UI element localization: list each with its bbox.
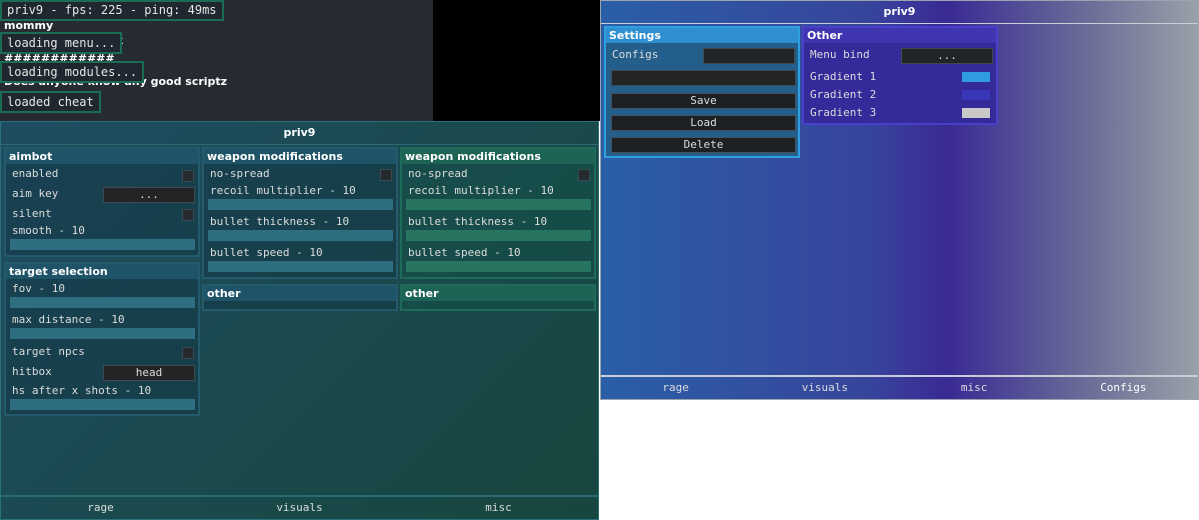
notification-loading-menu: loading menu... — [0, 32, 123, 54]
speed-slider[interactable] — [208, 261, 393, 272]
tab-visuals[interactable]: visuals — [200, 497, 399, 519]
config-window: priv9 Settings Configs Save Load Delete … — [600, 0, 1199, 400]
no-spread-label: no-spread — [408, 167, 468, 180]
hitbox-dropdown[interactable]: head — [103, 365, 195, 381]
max-distance-label: max distance - 10 — [12, 313, 125, 326]
menu-bind-label: Menu bind — [810, 48, 870, 61]
thickness-slider[interactable] — [208, 230, 393, 241]
no-spread-label: no-spread — [210, 167, 270, 180]
gradient-3-color-picker[interactable] — [962, 108, 990, 118]
main-window: priv9 aimbot enabled aim key ... silent … — [0, 121, 599, 520]
recoil-label: recoil multiplier - 10 — [210, 184, 356, 197]
group-title: target selection — [6, 264, 198, 279]
no-spread-checkbox[interactable] — [380, 169, 392, 181]
speed-slider[interactable] — [406, 261, 591, 272]
config-name-input[interactable] — [611, 70, 796, 86]
group-title: other — [402, 286, 594, 301]
max-distance-slider[interactable] — [10, 328, 195, 339]
other-settings-group: Other Menu bind ... Gradient 1 Gradient … — [802, 26, 998, 125]
tab-configs[interactable]: Configs — [1049, 377, 1198, 399]
tab-misc[interactable]: misc — [900, 377, 1049, 399]
gradient-1-color-picker[interactable] — [962, 72, 990, 82]
tab-rage[interactable]: rage — [1, 497, 200, 519]
load-button[interactable]: Load — [611, 115, 796, 131]
other-group: other — [202, 284, 398, 311]
group-title: Other — [804, 28, 996, 43]
thickness-slider[interactable] — [406, 230, 591, 241]
configs-label: Configs — [612, 48, 659, 61]
tab-rage[interactable]: rage — [601, 377, 750, 399]
aimbot-group: aimbot enabled aim key ... silent smooth… — [4, 147, 200, 257]
group-title: aimbot — [6, 149, 198, 164]
recoil-slider[interactable] — [406, 199, 591, 210]
tab-misc[interactable]: misc — [399, 497, 598, 519]
smooth-slider[interactable] — [10, 239, 195, 250]
aim-key-bind[interactable]: ... — [103, 187, 195, 203]
window-title[interactable]: priv9 — [1, 122, 598, 145]
game-viewport — [433, 0, 600, 121]
speed-label: bullet speed - 10 — [408, 246, 521, 259]
tab-bar: rage visuals misc — [1, 495, 598, 519]
menu-bind-key[interactable]: ... — [901, 48, 993, 64]
other-group: other — [400, 284, 596, 311]
delete-button[interactable]: Delete — [611, 137, 796, 153]
target-npcs-checkbox[interactable] — [182, 347, 194, 359]
recoil-label: recoil multiplier - 10 — [408, 184, 554, 197]
enabled-checkbox[interactable] — [182, 170, 194, 182]
fov-slider[interactable] — [10, 297, 195, 308]
status-watermark: priv9 - fps: 225 - ping: 49ms — [0, 0, 224, 21]
thickness-label: bullet thickness - 10 — [408, 215, 548, 228]
silent-checkbox[interactable] — [182, 209, 194, 221]
notification-loaded: loaded cheat — [0, 91, 101, 113]
fov-label: fov - 10 — [12, 282, 65, 295]
recoil-slider[interactable] — [208, 199, 393, 210]
group-title: Settings — [606, 28, 798, 43]
gradient-3-label: Gradient 3 — [810, 106, 877, 119]
thickness-label: bullet thickness - 10 — [210, 215, 350, 228]
gradient-1-label: Gradient 1 — [810, 70, 877, 83]
target-selection-group: target selection fov - 10 max distance -… — [4, 262, 200, 416]
hs-after-label: hs after x shots - 10 — [12, 384, 152, 397]
configs-dropdown[interactable] — [703, 48, 795, 64]
enabled-label: enabled — [12, 167, 59, 180]
notification-loading-modules: loading modules... — [0, 61, 145, 83]
speed-label: bullet speed - 10 — [210, 246, 323, 259]
group-title: weapon modifications — [204, 149, 396, 164]
settings-group: Settings Configs Save Load Delete — [604, 26, 800, 158]
hs-after-slider[interactable] — [10, 399, 195, 410]
gradient-2-label: Gradient 2 — [810, 88, 877, 101]
target-npcs-label: target npcs — [12, 345, 85, 358]
group-title: weapon modifications — [402, 149, 594, 164]
window-title[interactable]: priv9 — [601, 1, 1198, 24]
weapon-modifications-group: weapon modifications no-spread recoil mu… — [202, 147, 398, 279]
tab-bar: rage visuals misc Configs — [601, 375, 1198, 399]
gradient-2-color-picker[interactable] — [962, 90, 990, 100]
no-spread-checkbox[interactable] — [578, 169, 590, 181]
hitbox-label: hitbox — [12, 365, 52, 378]
aim-key-label: aim key — [12, 187, 59, 200]
group-title: other — [204, 286, 396, 301]
weapon-modifications-group: weapon modifications no-spread recoil mu… — [400, 147, 596, 279]
save-button[interactable]: Save — [611, 93, 796, 109]
silent-label: silent — [12, 207, 52, 220]
tab-visuals[interactable]: visuals — [750, 377, 899, 399]
smooth-label: smooth - 10 — [12, 224, 85, 237]
